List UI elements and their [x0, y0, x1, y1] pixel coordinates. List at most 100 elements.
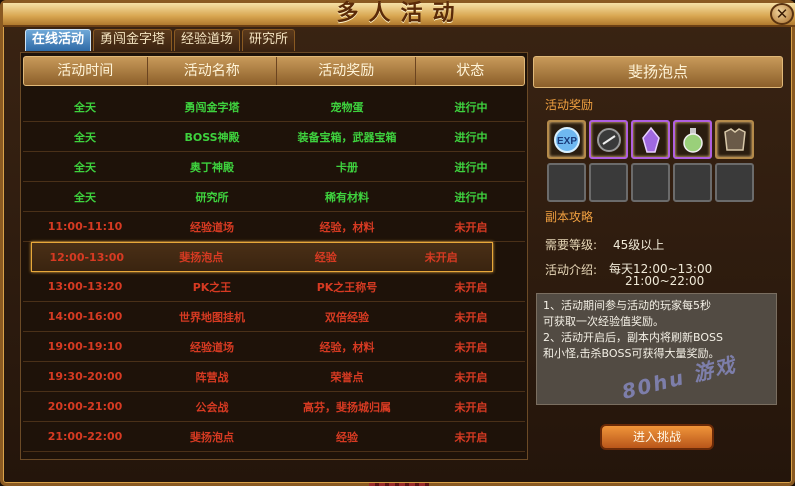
- row-time: 14:00-16:00: [47, 310, 123, 323]
- tab-research-lab[interactable]: 研究所: [242, 29, 296, 51]
- row-status: 进行中: [454, 190, 488, 204]
- table-row[interactable]: 19:30-20:00 阵营战 荣誉点 未开启: [23, 362, 525, 392]
- table-row[interactable]: 19:00-19:10 经验道场 经验，材料 未开启: [23, 332, 525, 362]
- row-status: 未开启: [454, 400, 488, 414]
- row-reward: 荣誉点: [330, 370, 364, 384]
- row-name: 勇闯金字塔: [184, 100, 240, 114]
- row-status: 进行中: [454, 160, 488, 174]
- header-status: 状态: [456, 63, 485, 79]
- title-bar: 多人活动 ✕: [3, 1, 795, 27]
- enter-challenge-button[interactable]: 进入挑战: [600, 424, 714, 450]
- reward-slot[interactable]: [589, 120, 628, 159]
- activity-table-panel: 活动时间 活动名称 活动奖励 状态 全天 勇闯金字塔 宠物蛋 进行中 全天 BOSS神殿装…: [20, 52, 528, 460]
- desc-line: 可获取一次经验值奖励。: [543, 315, 664, 328]
- row-time: 11:00-11:10: [47, 220, 123, 233]
- row-time: 20:00-21:00: [47, 400, 123, 413]
- close-button[interactable]: ✕: [770, 3, 794, 25]
- row-time: 全天: [74, 100, 96, 114]
- tab-bar: 在线活动 勇闯金字塔 经验道场 研究所: [25, 29, 296, 51]
- row-reward: 经验: [336, 430, 358, 444]
- tab-pyramid[interactable]: 勇闯金字塔: [93, 29, 173, 51]
- reward-slot[interactable]: [715, 120, 754, 159]
- empty-slot: [673, 163, 712, 202]
- table-row[interactable]: 20:00-21:00 公会战 高芬，斐扬城归属 未开启: [23, 392, 525, 422]
- table-row[interactable]: 全天 BOSS神殿 装备宝箱，武器宝箱 进行中: [23, 122, 525, 152]
- intro-time-2: 21:00~22:00: [625, 274, 705, 288]
- dark-orb-icon: [596, 127, 621, 152]
- svg-text:EXP: EXP: [556, 136, 576, 147]
- empty-slot: [631, 163, 670, 202]
- row-time: 全天: [74, 190, 96, 204]
- tab-exp-dojo[interactable]: 经验道场: [174, 29, 241, 51]
- table-row[interactable]: 全天 奥丁神殿 卡册 进行中: [23, 152, 525, 182]
- row-status: 未开启: [454, 280, 488, 294]
- row-status: 未开启: [424, 251, 458, 264]
- table-row[interactable]: 11:00-11:10 经验道场 经验，材料 未开启: [23, 212, 525, 242]
- row-name: BOSS神殿: [184, 130, 240, 144]
- row-time: 21:00-22:00: [47, 430, 123, 443]
- row-status: 进行中: [454, 100, 488, 114]
- row-status: 未开启: [454, 370, 488, 384]
- row-reward: 宠物蛋: [330, 100, 364, 114]
- window-title: 多人活动: [336, 1, 465, 26]
- row-reward: 经验: [314, 251, 337, 264]
- reward-slot[interactable]: EXP: [547, 120, 586, 159]
- row-time: 19:00-19:10: [47, 340, 123, 353]
- table-header: 活动时间 活动名称 活动奖励 状态: [23, 56, 525, 86]
- row-name: PK之王: [192, 280, 232, 294]
- row-reward: 双倍经验: [325, 310, 369, 324]
- row-time: 全天: [74, 130, 96, 144]
- table-row[interactable]: 21:00-22:00 斐扬泡点 经验 未开启: [23, 422, 525, 452]
- desc-line: 2、活动开启后，副本内将刷新BOSS: [543, 331, 723, 344]
- row-reward: PK之王称号: [316, 280, 378, 294]
- reward-slot[interactable]: [673, 120, 712, 159]
- potion-bottle-icon: [682, 127, 703, 153]
- row-name: 奥丁神殿: [190, 160, 234, 174]
- row-name: 斐扬泡点: [179, 251, 224, 264]
- guide-label: 副本攻略: [545, 210, 594, 224]
- row-time: 19:30-20:00: [47, 370, 123, 383]
- empty-slot: [547, 163, 586, 202]
- empty-slot: [715, 163, 754, 202]
- row-reward: 高芬，斐扬城归属: [303, 400, 391, 414]
- armor-chest-icon: [723, 127, 746, 151]
- intro-label: 活动介绍:: [545, 263, 598, 277]
- row-reward: 经验，材料: [319, 220, 375, 234]
- row-time: 全天: [74, 160, 96, 174]
- row-name: 世界地图挂机: [179, 310, 245, 324]
- tab-online-activity[interactable]: 在线活动: [25, 29, 92, 51]
- row-name: 公会战: [195, 400, 229, 414]
- table-row[interactable]: 14:00-16:00 世界地图挂机 双倍经验 未开启: [23, 302, 525, 332]
- desc-line: 1、活动期间参与活动的玩家每5秒: [543, 299, 711, 312]
- table-row[interactable]: 12:00-13:00 斐扬泡点 经验 未开启: [31, 242, 493, 272]
- row-name: 经验道场: [190, 340, 234, 354]
- row-name: 研究所: [195, 190, 229, 204]
- reward-slots-row2: [547, 163, 759, 202]
- close-icon: ✕: [775, 4, 789, 23]
- activity-detail-panel: 斐扬泡点 活动奖励 EXP 副本攻略 需要等级: 45级以上 活动介绍: 每天1…: [533, 56, 783, 460]
- detail-title: 斐扬泡点: [533, 56, 783, 88]
- table-row[interactable]: 13:00-13:20 PK之王 PK之王称号 未开启: [23, 272, 525, 302]
- reward-slots-row1: EXP: [547, 120, 759, 159]
- row-status: 未开启: [454, 430, 488, 444]
- header-name: 活动名称: [148, 57, 277, 85]
- activity-rows: 全天 勇闯金字塔 宠物蛋 进行中 全天 BOSS神殿 装备宝箱，武器宝箱 进行中 全天 奥丁神殿卡…: [23, 92, 525, 452]
- row-status: 未开启: [454, 310, 488, 324]
- exp-orb-icon: EXP: [553, 126, 580, 153]
- row-reward: 装备宝箱，武器宝箱: [297, 130, 397, 144]
- row-name: 阵营战: [195, 370, 229, 384]
- header-reward: 活动奖励: [277, 57, 417, 85]
- row-reward: 经验，材料: [319, 340, 375, 354]
- row-reward: 稀有材料: [325, 190, 369, 204]
- empty-slot: [589, 163, 628, 202]
- header-time: 活动时间: [24, 57, 148, 85]
- multiplayer-activity-window: 多人活动 ✕ 在线活动 勇闯金字塔 经验道场 研究所 活动时间 活动名称 活动奖…: [0, 0, 795, 486]
- table-row[interactable]: 全天 研究所 稀有材料 进行中: [23, 182, 525, 212]
- row-status: 未开启: [454, 340, 488, 354]
- row-time: 13:00-13:20: [47, 280, 123, 293]
- table-row[interactable]: 全天 勇闯金字塔 宠物蛋 进行中: [23, 92, 525, 122]
- row-name: 斐扬泡点: [190, 430, 234, 444]
- purple-crystal-icon: [641, 126, 660, 153]
- level-label: 需要等级:: [545, 238, 598, 252]
- reward-slot[interactable]: [631, 120, 670, 159]
